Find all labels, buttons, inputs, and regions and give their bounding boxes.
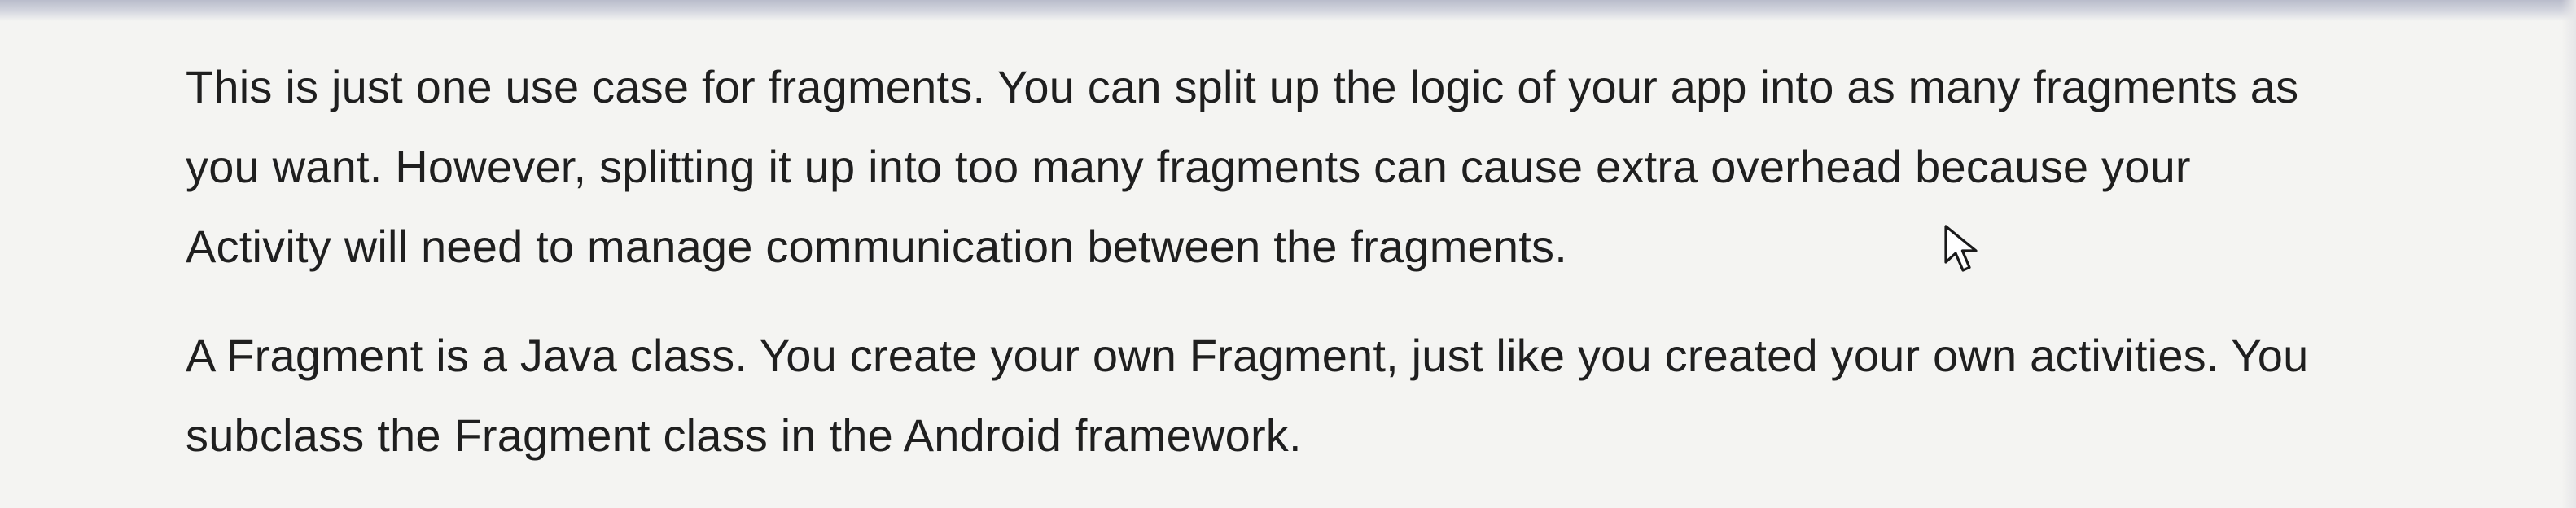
paragraph-line: This is just one use case for fragments.… bbox=[186, 61, 2299, 112]
screen-top-edge bbox=[0, 0, 2576, 21]
paragraph-line: Activity will need to manage communicati… bbox=[186, 221, 1567, 272]
paragraph-line: you want. However, splitting it up into … bbox=[186, 141, 2191, 192]
article-body: This is just one use case for fragments.… bbox=[186, 47, 2547, 475]
screen-right-edge bbox=[2561, 0, 2576, 508]
paragraph-line: A Fragment is a Java class. You create y… bbox=[186, 330, 2309, 381]
paragraph-fragments-use-case: This is just one use case for fragments.… bbox=[186, 47, 2547, 287]
mouse-pointer-icon bbox=[1944, 225, 1978, 272]
paragraph-line: subclass the Fragment class in the Andro… bbox=[186, 409, 1302, 461]
paragraph-fragment-class: A Fragment is a Java class. You create y… bbox=[186, 316, 2547, 475]
